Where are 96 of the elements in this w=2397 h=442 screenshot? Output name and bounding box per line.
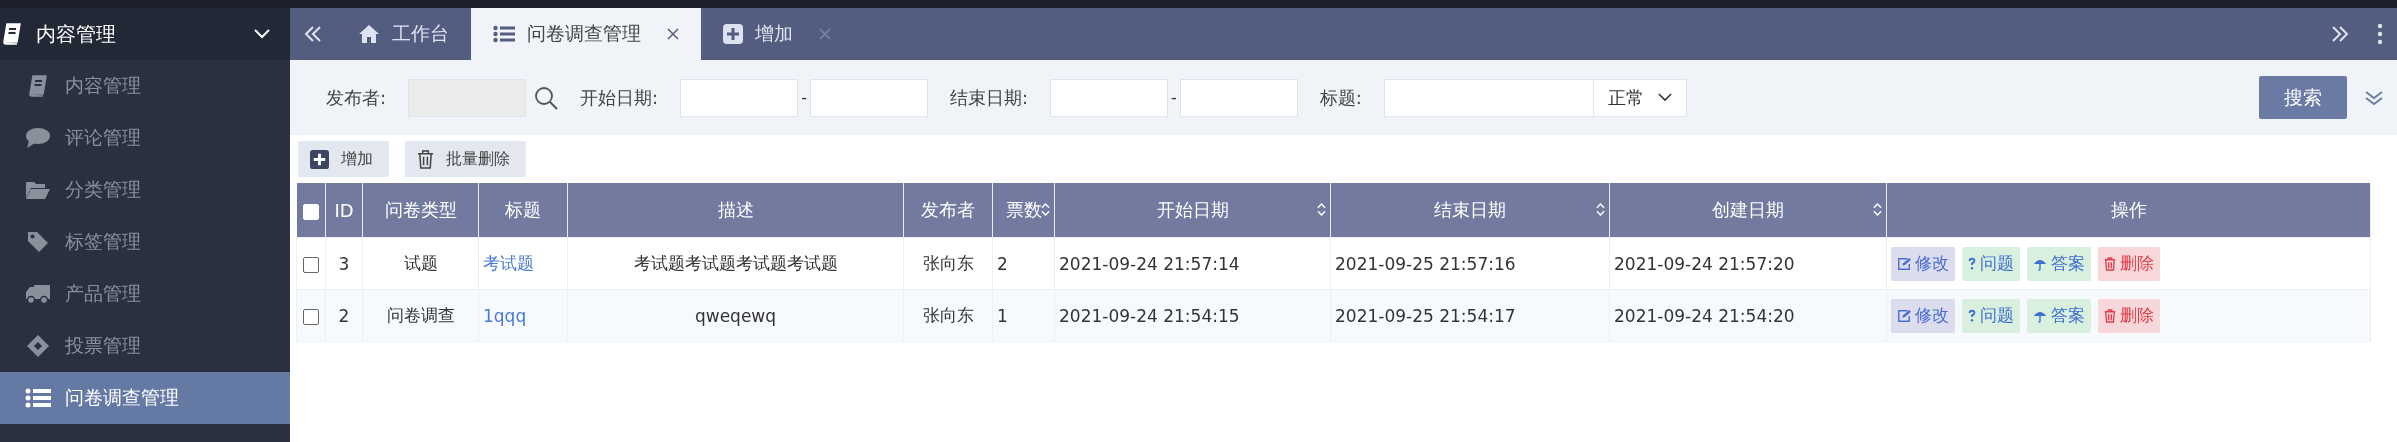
tag-icon bbox=[27, 231, 49, 253]
trash-icon bbox=[2104, 256, 2116, 271]
question-mark-icon bbox=[1968, 309, 1976, 322]
column-header: 问卷类型 bbox=[362, 183, 479, 238]
list-icon bbox=[25, 388, 51, 408]
sort-icon bbox=[1873, 202, 1882, 217]
column-header: 发布者 bbox=[903, 183, 993, 238]
edit-icon bbox=[1897, 256, 1911, 271]
edit-button[interactable]: 修改 bbox=[1891, 246, 1955, 281]
table-cell: 考试题考试题考试题考试题 bbox=[567, 237, 904, 290]
folder-icon bbox=[25, 180, 51, 200]
tab[interactable]: 问卷调查管理 bbox=[471, 8, 701, 60]
table-cell: 2 bbox=[325, 289, 363, 342]
trash-icon bbox=[417, 149, 434, 169]
sidebar-item[interactable]: 内容管理 bbox=[0, 60, 290, 112]
row-checkbox[interactable] bbox=[303, 308, 319, 325]
home-icon bbox=[358, 24, 380, 44]
table-cell: 2021-09-24 21:57:14 bbox=[1054, 237, 1331, 290]
table-cell: 2021-09-24 21:54:20 bbox=[1609, 289, 1887, 342]
tab[interactable]: 增加 bbox=[701, 8, 853, 60]
tab[interactable]: 工作台 bbox=[336, 8, 471, 60]
question-mark-icon bbox=[1968, 257, 1976, 270]
table-cell: 2021-09-25 21:57:16 bbox=[1330, 237, 1610, 290]
trash-icon bbox=[2104, 308, 2116, 323]
chevron-down-icon bbox=[254, 29, 270, 39]
title-link[interactable]: 考试题 bbox=[478, 237, 568, 290]
search-button[interactable]: 搜索 bbox=[2259, 76, 2347, 119]
truck-icon bbox=[25, 283, 51, 305]
column-header[interactable]: 票数 bbox=[992, 183, 1055, 238]
chevron-down-icon bbox=[1657, 93, 1672, 102]
sort-icon bbox=[1041, 202, 1050, 217]
table-cell: 2 bbox=[992, 237, 1055, 290]
edit-icon bbox=[1897, 308, 1911, 323]
delete-button[interactable]: 删除 bbox=[2098, 246, 2160, 281]
table-cell: 张向东 bbox=[903, 237, 993, 290]
title-field[interactable] bbox=[1383, 78, 1594, 117]
plus-square-icon bbox=[723, 24, 743, 44]
sidebar-item[interactable]: 产品管理 bbox=[0, 268, 290, 320]
table-cell: 2021-09-24 21:57:20 bbox=[1609, 237, 1887, 290]
column-header: 标题 bbox=[478, 183, 568, 238]
sidebar-item[interactable]: 分类管理 bbox=[0, 164, 290, 216]
table-cell: 张向东 bbox=[903, 289, 993, 342]
double-chevron-left-icon[interactable] bbox=[304, 26, 322, 42]
close-icon[interactable] bbox=[667, 28, 679, 40]
table-cell: 试题 bbox=[362, 237, 479, 290]
table-cell: 2021-09-25 21:54:17 bbox=[1330, 289, 1610, 342]
field-label: 发布者: bbox=[326, 85, 387, 110]
sort-icon bbox=[1317, 202, 1326, 217]
column-header[interactable]: 结束日期 bbox=[1330, 183, 1610, 238]
column-header[interactable]: 创建日期 bbox=[1609, 183, 1887, 238]
column-header[interactable]: 开始日期 bbox=[1054, 183, 1331, 238]
menu-group-header[interactable]: 内容管理 bbox=[0, 8, 290, 60]
more-vertical-icon[interactable] bbox=[2377, 23, 2383, 45]
answer-button[interactable]: 答案 bbox=[2027, 298, 2091, 333]
sidebar-item[interactable]: 标签管理 bbox=[0, 216, 290, 268]
table-cell: 2021-09-24 21:54:15 bbox=[1054, 289, 1331, 342]
range-separator: - bbox=[801, 88, 807, 107]
sort-icon bbox=[1596, 202, 1605, 217]
date-field[interactable] bbox=[1179, 78, 1298, 117]
ticket-icon bbox=[26, 334, 50, 358]
list-icon bbox=[493, 25, 515, 43]
select-all-checkbox[interactable] bbox=[302, 203, 319, 220]
delete-button[interactable]: 删除 bbox=[2098, 298, 2160, 333]
table-cell: 问卷调查 bbox=[362, 289, 479, 342]
date-field[interactable] bbox=[680, 78, 799, 117]
column-header: 操作 bbox=[1886, 183, 2371, 238]
title-link[interactable]: 1qqq bbox=[478, 289, 568, 342]
field-label: 结束日期: bbox=[949, 85, 1028, 110]
table-cell: qweqewq bbox=[567, 289, 904, 342]
range-separator: - bbox=[1171, 88, 1177, 107]
sidebar-item[interactable]: 问卷调查管理 bbox=[0, 372, 290, 424]
edit-button[interactable]: 修改 bbox=[1891, 298, 1955, 333]
book-icon bbox=[2, 23, 22, 45]
column-header: ID bbox=[325, 183, 363, 238]
sidebar-item[interactable]: 投票管理 bbox=[0, 320, 290, 372]
book-icon bbox=[28, 75, 48, 97]
date-field[interactable] bbox=[809, 78, 928, 117]
row-checkbox[interactable] bbox=[303, 256, 319, 273]
question-button[interactable]: 问题 bbox=[1962, 246, 2020, 281]
search-icon[interactable] bbox=[534, 85, 559, 110]
sidebar-item[interactable]: 评论管理 bbox=[0, 112, 290, 164]
question-button[interactable]: 问题 bbox=[1962, 298, 2020, 333]
table-cell: 1 bbox=[992, 289, 1055, 342]
field-label: 开始日期: bbox=[580, 85, 659, 110]
column-header: 描述 bbox=[567, 183, 904, 238]
double-chevron-down-icon[interactable] bbox=[2365, 89, 2383, 106]
answer-button[interactable]: 答案 bbox=[2027, 246, 2091, 281]
double-chevron-right-icon[interactable] bbox=[2331, 26, 2349, 42]
status-select[interactable]: 正常 bbox=[1593, 78, 1687, 117]
table-cell: 3 bbox=[325, 237, 363, 290]
field-label: 标题: bbox=[1319, 85, 1362, 110]
batch-delete-button[interactable]: 批量删除 bbox=[405, 141, 526, 177]
add-button[interactable]: 增加 bbox=[298, 141, 389, 177]
plus-square-icon bbox=[310, 149, 329, 169]
date-field[interactable] bbox=[1050, 78, 1168, 117]
speech-bubble-icon bbox=[25, 127, 51, 149]
